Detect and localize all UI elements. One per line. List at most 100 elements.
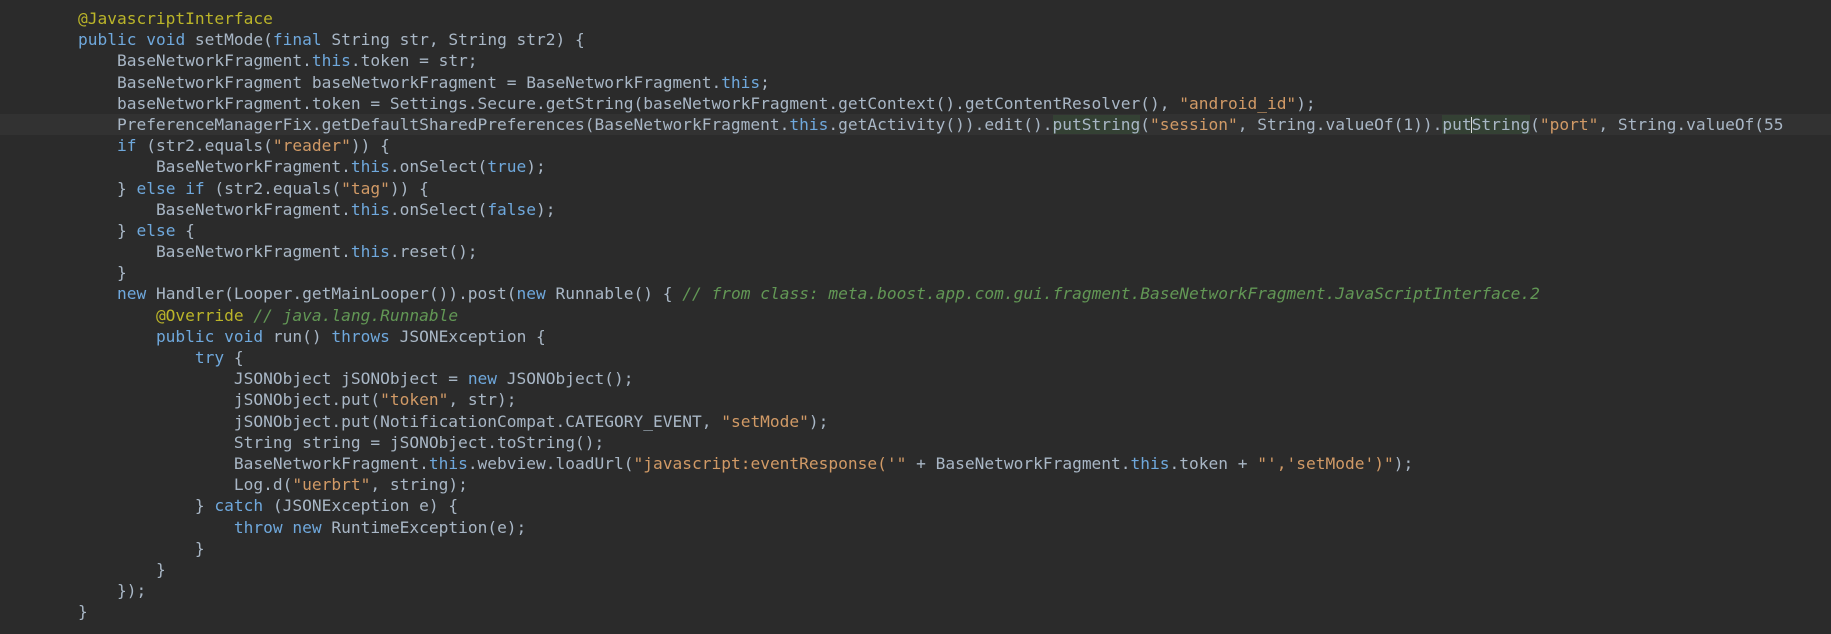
code-token: if xyxy=(116,136,137,156)
code-line[interactable]: String string = jSONObject.toString(); xyxy=(0,432,1831,453)
code-token: RuntimeException(e); xyxy=(321,517,527,537)
code-token: setMode( xyxy=(185,30,273,50)
code-token: jSONObject.put( xyxy=(233,390,381,410)
code-line[interactable]: BaseNetworkFragment.this.onSelect(true); xyxy=(0,156,1831,177)
code-line[interactable]: } catch (JSONException e) { xyxy=(0,495,1831,516)
code-line[interactable]: BaseNetworkFragment baseNetworkFragment … xyxy=(0,72,1831,93)
code-line[interactable]: @Override // java.lang.Runnable xyxy=(0,305,1831,326)
code-token: this xyxy=(428,453,468,473)
code-token: , string); xyxy=(370,475,468,495)
code-token: public xyxy=(155,326,215,346)
code-line[interactable]: } xyxy=(0,559,1831,580)
code-token: "uerbrt" xyxy=(292,475,371,495)
code-token: public xyxy=(77,30,137,50)
code-line[interactable]: BaseNetworkFragment.this.reset(); xyxy=(0,241,1831,262)
code-line[interactable]: @JavascriptInterface xyxy=(0,8,1831,29)
code-token: ); xyxy=(808,411,829,431)
code-line[interactable]: BaseNetworkFragment.this.onSelect(false)… xyxy=(0,199,1831,220)
code-line[interactable]: jSONObject.put("token", str); xyxy=(0,389,1831,410)
code-token: BaseNetworkFragment. xyxy=(155,199,351,219)
code-token: }); xyxy=(116,581,147,601)
code-token: this xyxy=(1130,453,1170,473)
code-line[interactable]: jSONObject.put(NotificationCompat.CATEGO… xyxy=(0,411,1831,432)
code-line[interactable]: throw new RuntimeException(e); xyxy=(0,517,1831,538)
code-token: "token" xyxy=(380,390,449,410)
code-token: new xyxy=(292,517,322,537)
code-token: { xyxy=(224,348,244,367)
code-line[interactable]: } xyxy=(0,601,1831,622)
code-token: ); xyxy=(536,199,556,219)
code-line[interactable]: public void run() throws JSONException { xyxy=(0,326,1831,347)
code-line[interactable]: try { xyxy=(0,347,1831,368)
code-token: BaseNetworkFragment. xyxy=(116,51,312,71)
code-token: } xyxy=(194,496,215,516)
code-line[interactable]: Log.d("uerbrt", string); xyxy=(0,474,1831,495)
code-line[interactable]: if (str2.equals("reader")) { xyxy=(0,135,1831,156)
code-token: Handler(Looper.getMainLooper()).post( xyxy=(146,284,517,304)
code-token: (str2.equals( xyxy=(204,178,342,198)
code-editor[interactable]: @JavascriptInterface public void setMode… xyxy=(0,0,1831,634)
code-token: this xyxy=(311,51,351,71)
code-token: // java.lang.Runnable xyxy=(253,305,459,325)
code-line[interactable]: PreferenceManagerFix.getDefaultSharedPre… xyxy=(0,113,1831,136)
code-token: "tag" xyxy=(341,178,390,198)
code-line[interactable]: } else if (str2.equals("tag")) { xyxy=(0,178,1831,199)
code-token: String string = jSONObject.toString(); xyxy=(233,432,605,452)
code-token: final xyxy=(272,30,322,50)
code-token: )) { xyxy=(350,136,390,156)
code-token: ); xyxy=(1296,93,1316,113)
code-token: @JavascriptInterface xyxy=(77,9,273,28)
code-token: (str2.equals( xyxy=(136,136,273,156)
code-token: Runnable() { xyxy=(545,284,683,304)
code-line[interactable]: BaseNetworkFragment.this.token = str; xyxy=(0,50,1831,71)
code-token: if xyxy=(185,178,205,198)
code-token: .getActivity()).edit(). xyxy=(828,114,1053,134)
code-line[interactable]: } else { xyxy=(0,220,1831,241)
code-line[interactable]: public void setMode(final String str, St… xyxy=(0,29,1831,50)
code-token: jSONObject.put(NotificationCompat.CATEGO… xyxy=(233,411,722,431)
code-token: this xyxy=(350,199,390,219)
code-lines[interactable]: @JavascriptInterface public void setMode… xyxy=(0,8,1831,622)
code-line[interactable]: baseNetworkFragment.token = Settings.Sec… xyxy=(0,93,1831,114)
code-token: BaseNetworkFragment. xyxy=(233,453,429,473)
code-token: JSONException { xyxy=(389,326,546,346)
code-token: else xyxy=(136,178,176,198)
code-token: BaseNetworkFragment. xyxy=(155,157,351,177)
code-token: run() xyxy=(263,326,332,346)
code-line[interactable]: BaseNetworkFragment.this.webview.loadUrl… xyxy=(0,453,1831,474)
code-token: } xyxy=(155,559,166,579)
code-token: putString xyxy=(1052,114,1141,134)
code-token: new xyxy=(467,369,498,389)
code-token: Log.d( xyxy=(233,475,293,495)
code-token: .webview.loadUrl( xyxy=(467,453,634,473)
code-line[interactable]: JSONObject jSONObject = new JSONObject()… xyxy=(0,368,1831,389)
code-line[interactable]: new Handler(Looper.getMainLooper()).post… xyxy=(0,283,1831,304)
code-token: try xyxy=(194,348,225,367)
code-token: { xyxy=(175,220,195,240)
code-line[interactable]: } xyxy=(0,538,1831,559)
code-token: PreferenceManagerFix.getDefaultSharedPre… xyxy=(116,114,790,134)
code-token: .token = str; xyxy=(350,51,478,71)
code-token: this xyxy=(350,242,390,262)
code-token: void xyxy=(224,326,264,346)
code-line[interactable]: }); xyxy=(0,580,1831,601)
code-line[interactable]: } xyxy=(0,262,1831,283)
code-token: } xyxy=(116,178,137,198)
code-token: + BaseNetworkFragment. xyxy=(906,453,1131,473)
